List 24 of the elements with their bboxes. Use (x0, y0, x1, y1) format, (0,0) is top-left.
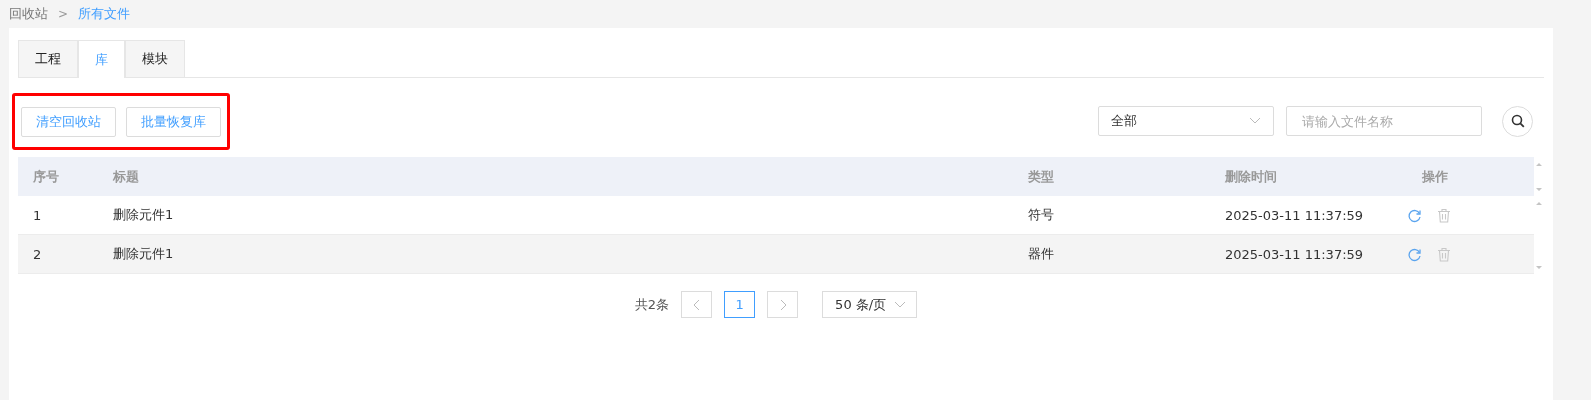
table-cell-text: 器件 (1027, 245, 1055, 263)
table-cell-text: 删除元件1 (112, 206, 175, 224)
column-header: 序号 (32, 167, 60, 186)
total-count: 共2条 (634, 295, 670, 314)
table-cell-text: 2025-03-11 11:37:59 (1224, 207, 1365, 223)
column-header: 操作 (1421, 167, 1449, 186)
page-size-select[interactable]: 50 条/页 (822, 291, 918, 318)
table-cell-text: 2025-03-11 11:37:59 (1224, 246, 1365, 262)
select-value: 全部 (1111, 112, 1137, 130)
table-cell-text: 符号 (1027, 206, 1055, 224)
column-header: 标题 (112, 167, 140, 186)
tab[interactable]: 工程 (18, 40, 78, 77)
table-cell-text: 1 (32, 207, 43, 223)
tab[interactable]: 模块 (125, 40, 185, 77)
type-select[interactable]: 全部 (1098, 106, 1274, 136)
table-row[interactable]: 2 删除元件1 器件 2025-03-11 11:37:59 (18, 235, 1534, 274)
breadcrumb-separator: > (58, 7, 69, 21)
table-cell-text: 删除元件1 (112, 245, 175, 263)
page-size-value: 50 条/页 (835, 295, 887, 314)
search-field[interactable]: 请输入文件名称 (1286, 106, 1482, 136)
table-cell-text: 2 (32, 246, 43, 262)
column-header: 删除时间 (1224, 167, 1278, 186)
column-header: 类型 (1027, 167, 1055, 186)
breadcrumb-item[interactable]: 回收站 (9, 5, 48, 23)
